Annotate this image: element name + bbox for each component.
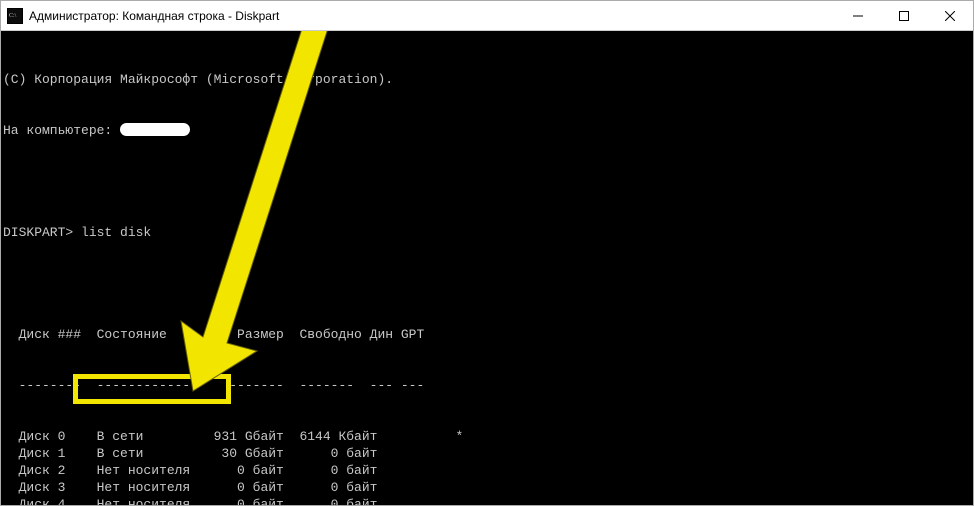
on-computer-label: На компьютере: xyxy=(3,123,120,138)
redacted-name xyxy=(120,123,190,136)
window: C:\ Администратор: Командная строка - Di… xyxy=(0,0,974,506)
disk-table-header: Диск ### Состояние Размер Свободно Дин G… xyxy=(3,326,971,343)
window-title: Администратор: Командная строка - Diskpa… xyxy=(29,9,835,23)
disk-table-separator: -------- ------------- ------- ------- -… xyxy=(3,377,971,394)
disk-row: Диск 4 Нет носителя 0 байт 0 байт xyxy=(3,496,971,505)
titlebar[interactable]: C:\ Администратор: Командная строка - Di… xyxy=(1,1,973,31)
disk-row: Диск 3 Нет носителя 0 байт 0 байт xyxy=(3,479,971,496)
svg-text:C:\: C:\ xyxy=(9,13,17,19)
maximize-button[interactable] xyxy=(881,1,927,30)
on-computer-line: На компьютере: xyxy=(3,122,971,139)
copyright-line: (C) Корпорация Майкрософт (Microsoft Cor… xyxy=(3,71,971,88)
prompt-list-disk: DISKPART> list disk xyxy=(3,224,971,241)
cmd-icon: C:\ xyxy=(7,8,23,24)
disk-row: Диск 1 В сети 30 Gбайт 0 байт xyxy=(3,445,971,462)
minimize-button[interactable] xyxy=(835,1,881,30)
window-controls xyxy=(835,1,973,30)
close-button[interactable] xyxy=(927,1,973,30)
terminal[interactable]: (C) Корпорация Майкрософт (Microsoft Cor… xyxy=(1,31,973,505)
disk-row: Диск 2 Нет носителя 0 байт 0 байт xyxy=(3,462,971,479)
disk-row: Диск 0 В сети 931 Gбайт 6144 Кбайт * xyxy=(3,428,971,445)
